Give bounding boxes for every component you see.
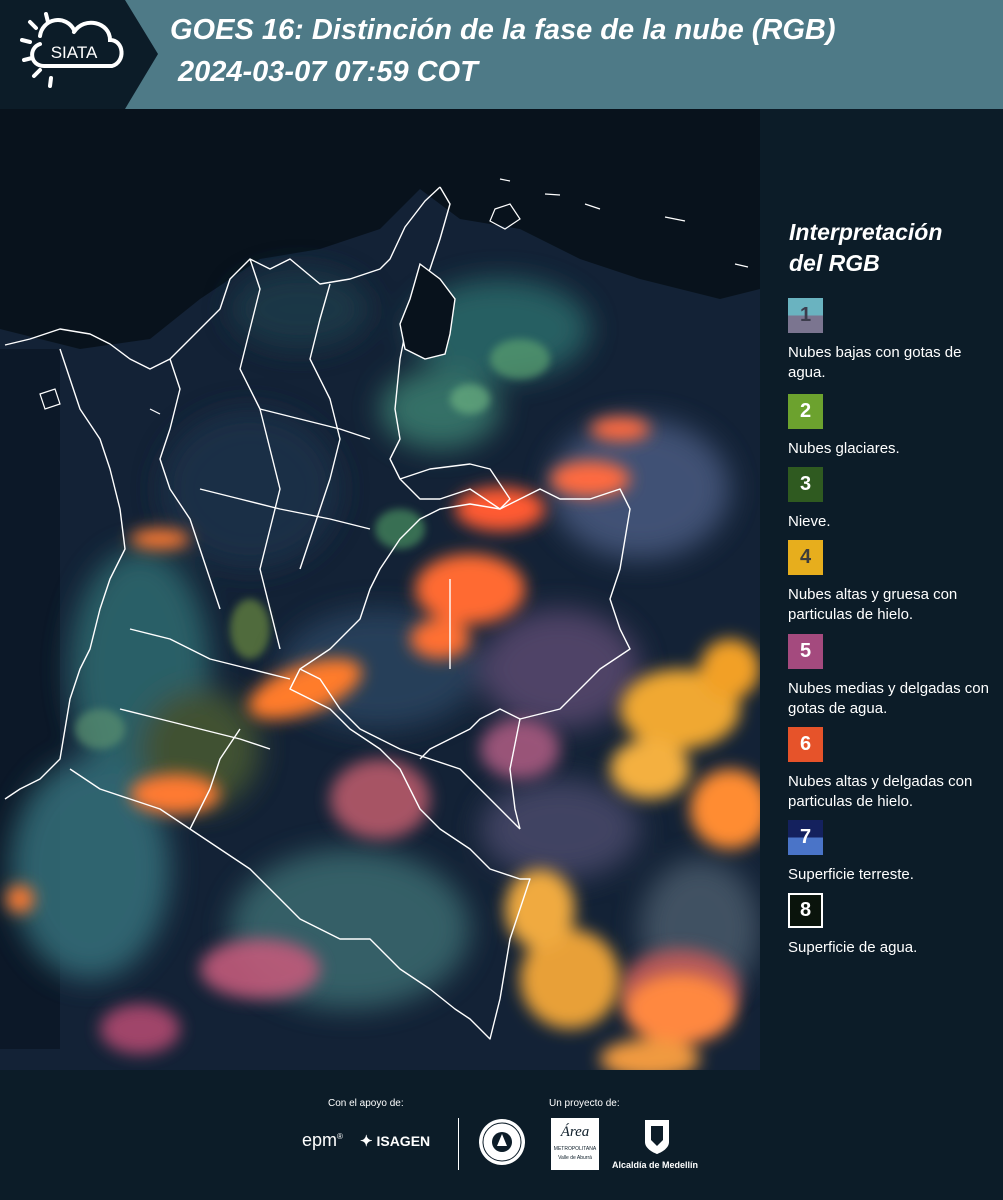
legend-label-1: Nubes bajas con gotas de agua. <box>788 344 962 381</box>
siata-logo: SIATA <box>0 0 158 109</box>
legend-label-8: Superficie de agua. <box>788 939 918 956</box>
legend-number-4: 4 <box>799 546 812 568</box>
legend-label-6: Nubes altas y delgadas con particulas de… <box>788 773 973 810</box>
legend-item-2: 2 Nubes glaciares. <box>788 394 998 459</box>
area-logo-text: Área <box>560 1124 590 1140</box>
legend-swatch-8: 8 <box>788 893 823 928</box>
page-title: GOES 16: Distinción de la fase de la nub… <box>170 14 836 46</box>
legend-title: Interpretación del RGB <box>789 217 994 279</box>
legend-item-7: 7 Superficie terreste. <box>788 820 998 885</box>
project-caption: Un proyecto de: <box>549 1098 620 1109</box>
alcaldia-shield-icon <box>643 1118 671 1156</box>
area-logo-subtext: METROPOLITANA <box>553 1146 597 1152</box>
legend-panel: Interpretación del RGB 1 Nubes bajas con… <box>760 109 1003 1070</box>
legend-item-3: 3 Nieve. <box>788 467 998 532</box>
legend-item-6: 6 Nubes altas y delgadas con particulas … <box>788 727 998 812</box>
legend-label-7: Superficie terreste. <box>788 866 914 883</box>
page-timestamp: 2024-03-07 07:59 COT <box>178 56 478 88</box>
legend-label-4: Nubes altas y gruesa con particulas de h… <box>788 586 958 623</box>
legend-label-5: Nubes medias y delgadas con gotas de agu… <box>788 680 989 717</box>
legend-swatch-5: 5 <box>788 634 823 669</box>
legend-number-7: 7 <box>799 826 812 848</box>
satellite-map <box>0 109 760 1070</box>
isagen-logo: ✦ ISAGEN <box>360 1132 430 1150</box>
legend-swatch-4: 4 <box>788 540 823 575</box>
header-bar: SIATA GOES 16: Distinción de la fase de … <box>0 0 1003 109</box>
legend-title-line1: Interpretación <box>789 219 943 245</box>
epm-logo-text: epm <box>302 1130 338 1150</box>
legend-item-8: 8 Superficie de agua. <box>788 893 998 958</box>
legend-swatch-3: 3 <box>788 467 823 502</box>
legend-number-6: 6 <box>799 733 812 755</box>
footer: Con el apoyo de: Un proyecto de: epm® ✦ … <box>0 1070 1003 1200</box>
support-caption: Con el apoyo de: <box>328 1098 404 1109</box>
legend-item-5: 5 Nubes medias y delgadas con gotas de a… <box>788 634 998 719</box>
isagen-icon: ✦ <box>360 1133 373 1150</box>
siata-logo-text: SIATA <box>51 43 98 62</box>
legend-title-line2: del RGB <box>789 250 880 276</box>
legend-number-2: 2 <box>799 400 812 422</box>
legend-number-8: 8 <box>799 899 812 921</box>
legend-number-3: 3 <box>799 473 812 495</box>
seal-logo <box>478 1118 526 1166</box>
area-logo-subtext-2: Valle de Aburrá <box>558 1155 592 1161</box>
alcaldia-logo-text: Alcaldía de Medellín <box>612 1160 699 1170</box>
legend-swatch-2: 2 <box>788 394 823 429</box>
area-metropolitana-logo: Área METROPOLITANA Valle de Aburrá <box>551 1118 599 1170</box>
legend-item-4: 4 Nubes altas y gruesa con particulas de… <box>788 540 998 625</box>
epm-logo: epm® <box>302 1130 343 1150</box>
legend-item-1: 1 Nubes bajas con gotas de agua. <box>788 298 998 383</box>
legend-swatch-6: 6 <box>788 727 823 762</box>
legend-label-2: Nubes glaciares. <box>788 440 900 457</box>
legend-label-3: Nieve. <box>788 513 831 530</box>
legend-swatch-1: 1 <box>788 298 823 333</box>
legend-number-1: 1 <box>799 304 812 326</box>
legend-swatch-7: 7 <box>788 820 823 855</box>
isagen-logo-text: ISAGEN <box>376 1133 431 1149</box>
footer-divider <box>458 1118 459 1170</box>
legend-number-5: 5 <box>799 640 812 662</box>
